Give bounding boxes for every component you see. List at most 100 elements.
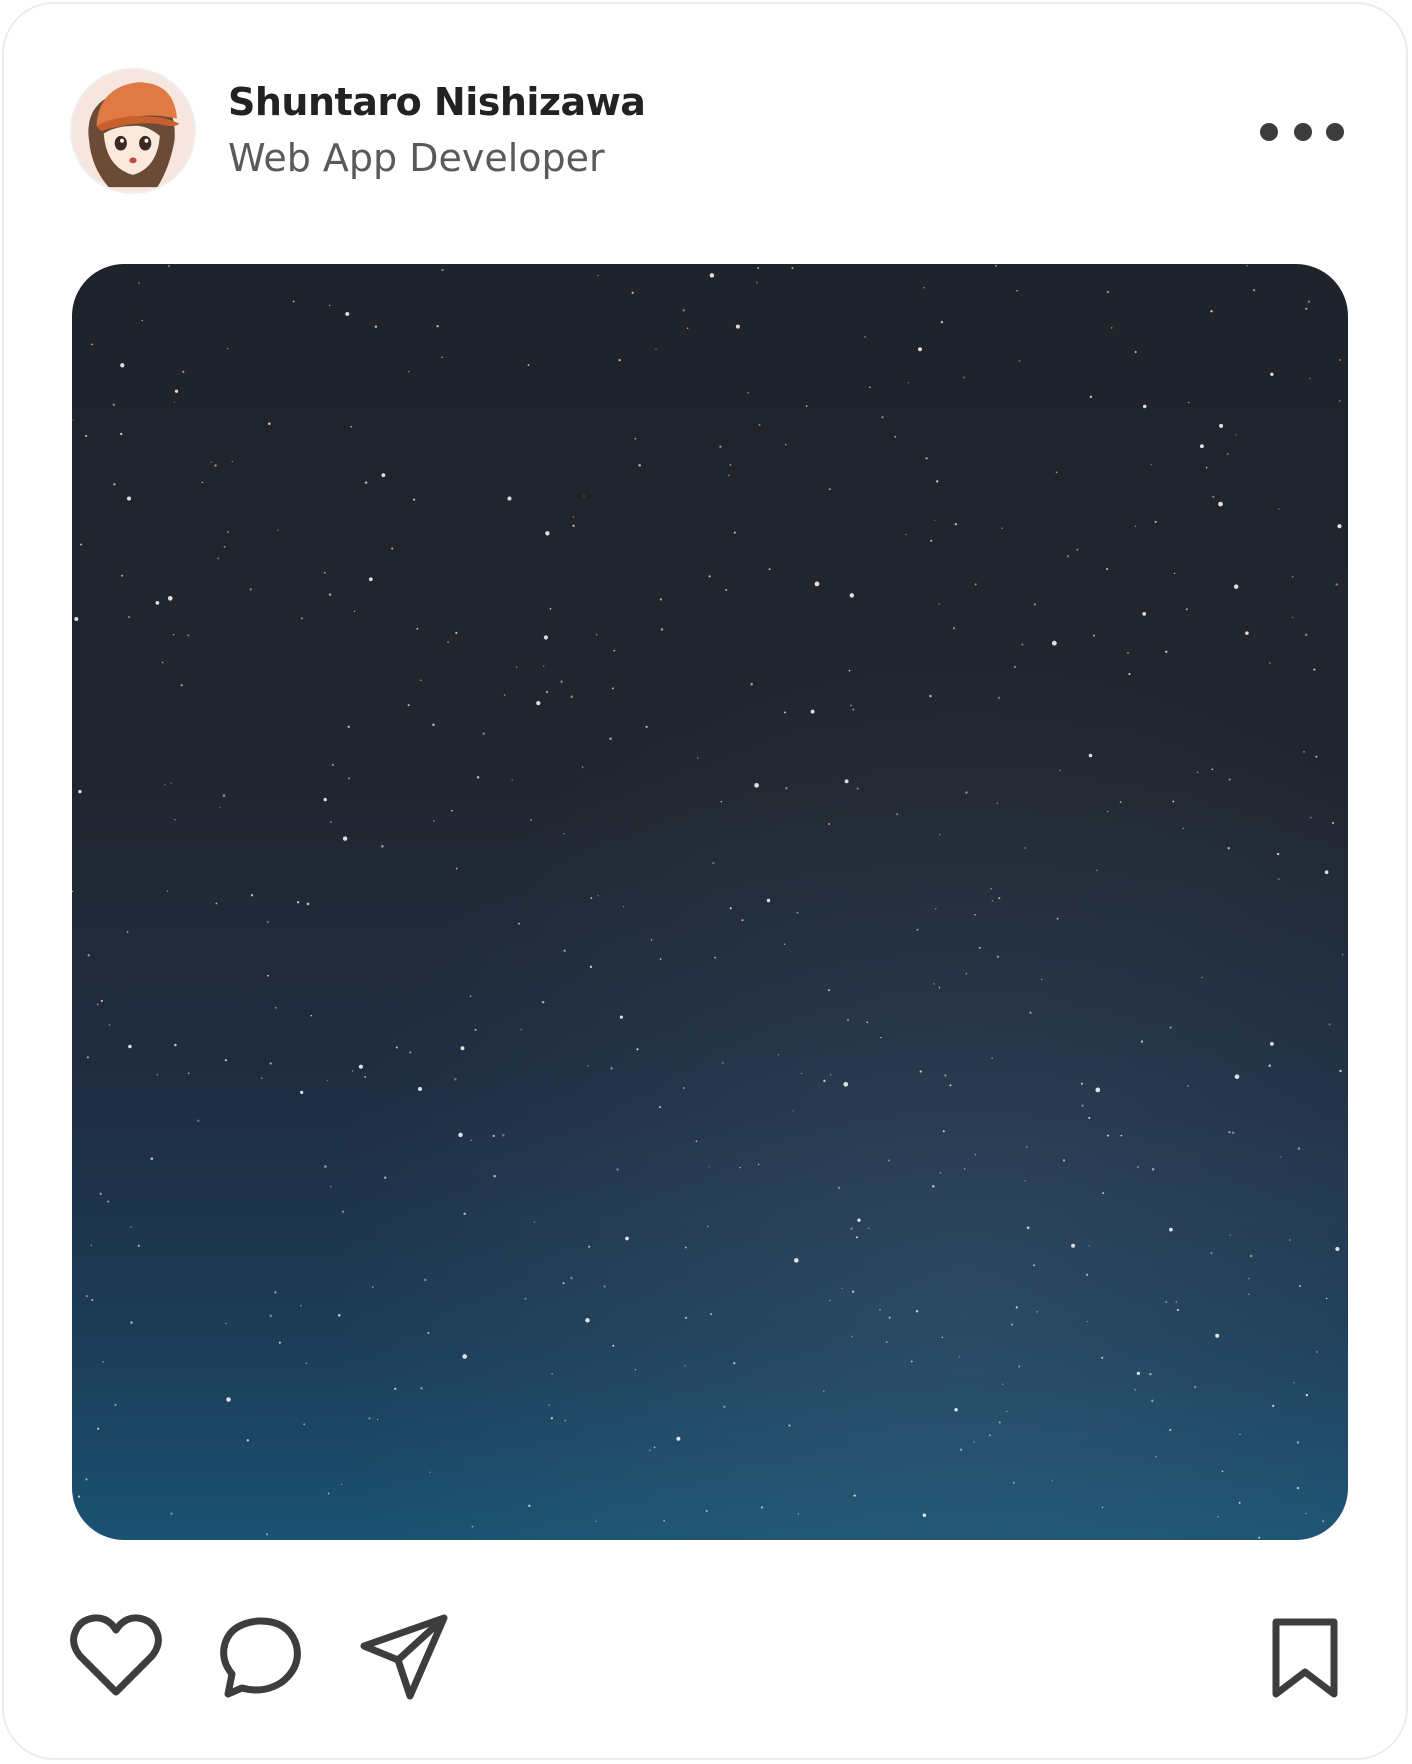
star: [515, 666, 518, 668]
star: [1221, 1470, 1224, 1473]
star: [470, 1139, 472, 1141]
star: [1055, 471, 1058, 474]
star: [427, 1332, 430, 1334]
star: [1291, 575, 1294, 578]
star: [595, 633, 598, 636]
star: [998, 1421, 1001, 1424]
author-name[interactable]: Shuntaro Nishizawa: [228, 80, 646, 124]
star: [433, 820, 435, 822]
share-button[interactable]: [358, 1612, 450, 1702]
star: [450, 809, 453, 812]
star: [455, 631, 458, 634]
star: [1136, 1371, 1141, 1376]
star: [1234, 1074, 1240, 1080]
star: [844, 779, 849, 784]
star: [965, 791, 968, 794]
star: [1252, 289, 1256, 292]
star: [340, 1483, 343, 1486]
star: [224, 1059, 228, 1062]
star: [1297, 1147, 1301, 1150]
star: [269, 1062, 272, 1065]
star: [469, 995, 472, 998]
star: [1024, 847, 1027, 849]
star: [942, 1130, 945, 1133]
star: [1165, 650, 1168, 653]
post-image[interactable]: [72, 264, 1348, 1540]
star: [214, 464, 217, 467]
star: [796, 911, 799, 914]
star: [1018, 1365, 1021, 1368]
star: [622, 906, 625, 908]
star: [1218, 501, 1223, 507]
star: [173, 401, 176, 403]
comment-button[interactable]: [216, 1616, 302, 1700]
star: [549, 607, 552, 610]
star: [126, 496, 132, 501]
star: [915, 1309, 919, 1313]
star: [102, 1360, 104, 1363]
star: [1036, 1311, 1038, 1313]
star: [222, 794, 226, 797]
star: [723, 1405, 726, 1408]
star: [1268, 661, 1271, 664]
star: [407, 704, 410, 707]
star: [869, 386, 871, 388]
like-button[interactable]: [70, 1614, 162, 1698]
star: [1134, 525, 1137, 527]
star: [164, 784, 166, 786]
star: [1321, 1519, 1325, 1523]
star: [226, 348, 229, 350]
star: [560, 680, 563, 683]
star: [395, 1046, 398, 1049]
star: [1172, 800, 1175, 803]
star: [112, 403, 116, 407]
star: [974, 583, 977, 586]
star: [747, 392, 749, 394]
star: [879, 1309, 881, 1311]
star: [278, 1341, 281, 1344]
star: [757, 267, 760, 269]
star: [587, 1065, 589, 1067]
star: [938, 603, 940, 605]
star: [306, 902, 310, 906]
star: [1154, 520, 1157, 524]
star: [170, 782, 172, 784]
star: [1089, 395, 1093, 399]
star: [708, 1166, 710, 1168]
star: [99, 1192, 103, 1196]
star: [518, 922, 520, 925]
star: [784, 443, 787, 446]
star: [85, 1295, 88, 1298]
star: [866, 1021, 869, 1024]
star: [524, 1297, 527, 1300]
star: [226, 1397, 231, 1402]
more-horizontal-icon: [1260, 123, 1278, 141]
star: [905, 533, 907, 536]
star: [829, 1299, 831, 1302]
star: [828, 989, 830, 992]
star: [476, 776, 480, 779]
star: [1088, 1244, 1090, 1247]
star: [128, 1044, 132, 1049]
star: [78, 789, 82, 794]
star: [1248, 1293, 1250, 1295]
star: [1335, 583, 1338, 586]
star: [1305, 307, 1308, 310]
star: [1142, 612, 1147, 616]
star: [849, 593, 855, 598]
author-avatar[interactable]: [72, 70, 194, 192]
star: [1128, 673, 1131, 676]
star: [965, 973, 968, 975]
more-options-button[interactable]: [1260, 116, 1346, 148]
star: [274, 1291, 277, 1294]
star: [1211, 768, 1214, 771]
bookmark-button[interactable]: [1270, 1616, 1340, 1700]
star: [850, 1227, 853, 1230]
star: [368, 577, 373, 582]
star: [381, 845, 384, 848]
star: [1226, 453, 1229, 455]
star: [545, 531, 550, 536]
star: [828, 488, 831, 491]
star: [610, 1067, 613, 1070]
star: [938, 986, 941, 989]
